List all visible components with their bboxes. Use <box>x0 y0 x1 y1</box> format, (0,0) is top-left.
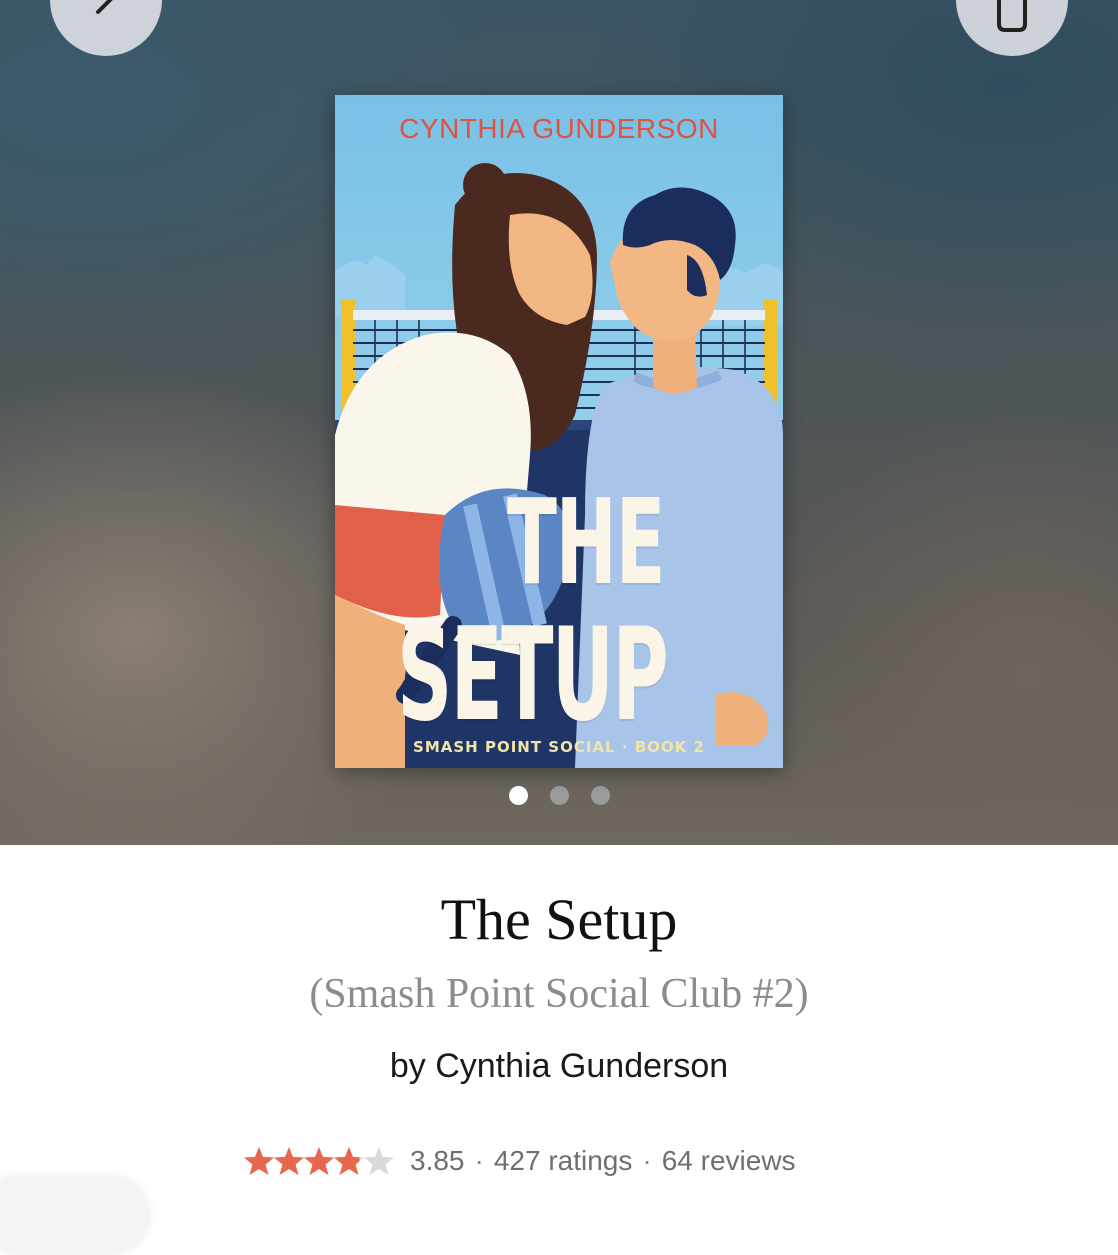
separator: · <box>642 1145 652 1176</box>
star-icon <box>364 1147 394 1175</box>
cover-series-text: SMASH POINT SOCIAL · BOOK 2 <box>413 738 705 756</box>
share-button[interactable] <box>956 0 1068 56</box>
average-rating: 3.85 <box>410 1145 465 1176</box>
rating-summary[interactable]: 3.85 · 427 ratings · 64 reviews <box>244 1140 796 1182</box>
star-icon <box>244 1147 274 1175</box>
star-icon <box>334 1147 364 1175</box>
reviews-count: 64 reviews <box>661 1145 796 1176</box>
book-author-link[interactable]: by Cynthia Gunderson <box>0 1047 1118 1086</box>
hero-cover-area: CYNTHIA GUNDERSON THE SETUP SMASH POINT … <box>0 0 1118 845</box>
carousel-dot[interactable] <box>549 786 569 805</box>
share-icon <box>997 0 1027 32</box>
book-cover-image[interactable]: CYNTHIA GUNDERSON THE SETUP SMASH POINT … <box>335 95 783 768</box>
cover-author-text: CYNTHIA GUNDERSON <box>399 113 719 144</box>
carousel-page-indicator[interactable] <box>0 786 1118 805</box>
book-series-link[interactable]: (Smash Point Social Club #2) <box>0 970 1118 1018</box>
carousel-dot[interactable] <box>590 786 610 805</box>
floating-bubble[interactable] <box>0 1175 150 1255</box>
back-button[interactable] <box>50 0 162 56</box>
ratings-count: 427 ratings <box>493 1145 633 1176</box>
book-title: The Setup <box>440 887 678 952</box>
carousel-dot[interactable] <box>508 786 528 805</box>
cover-title-line1: THE <box>507 473 666 611</box>
star-rating <box>244 1146 394 1176</box>
star-icon <box>304 1147 334 1175</box>
separator: · <box>474 1145 484 1176</box>
chevron-left-icon <box>96 0 113 14</box>
cover-title-line2: SETUP <box>397 601 669 750</box>
star-icon <box>274 1147 304 1175</box>
